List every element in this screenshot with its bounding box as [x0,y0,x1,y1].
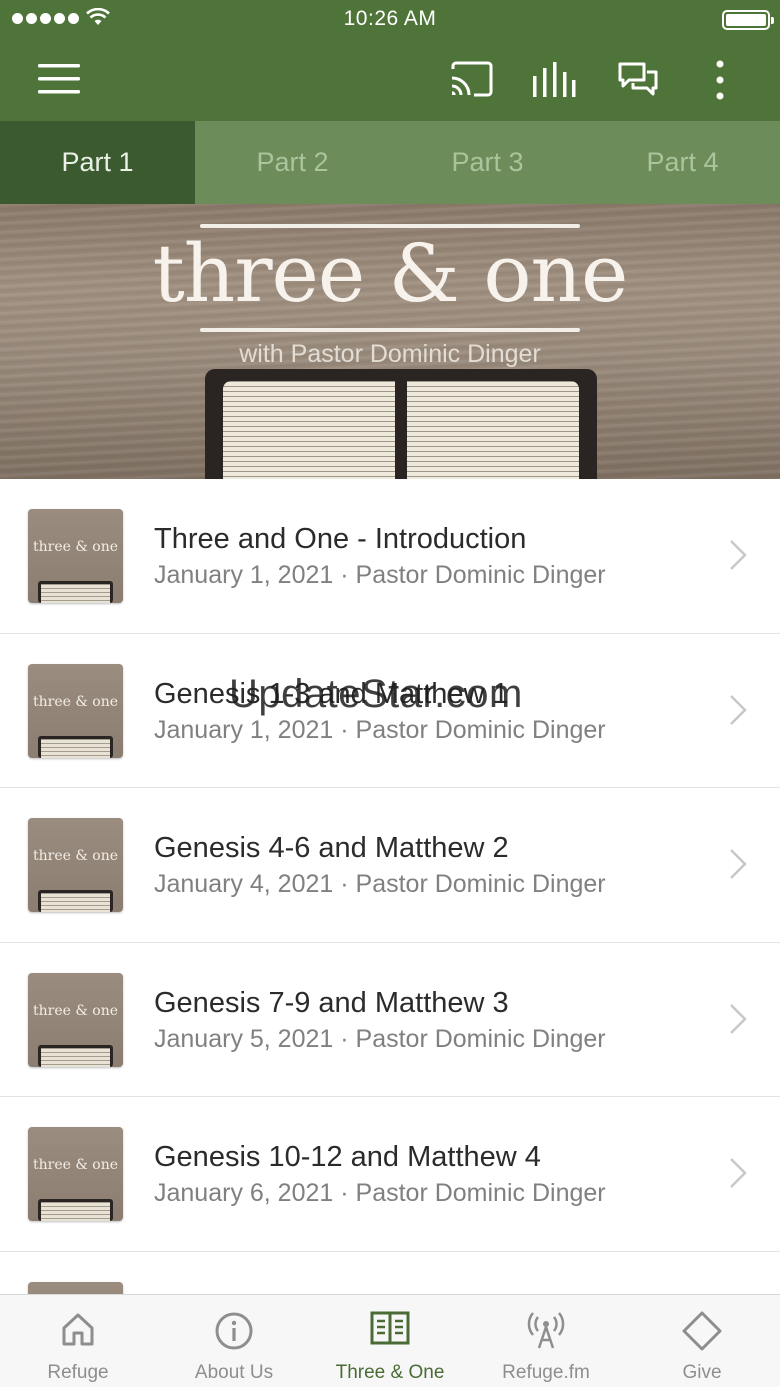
thumbnail-title: three & one [33,1157,118,1173]
nav-label: About Us [194,1362,274,1383]
thumbnail-book [38,1199,113,1221]
watermark: UpdateStar.com [229,672,523,716]
list-item[interactable]: three & one Genesis 4-6 and Matthew 2 Ja… [0,788,780,943]
tab-part-3[interactable]: Part 3 [390,121,585,204]
bible-page-right [407,381,579,479]
nav-item-give[interactable]: Give [624,1295,780,1387]
episode-thumbnail: three & one [28,818,123,912]
home-icon [62,1313,94,1346]
nav-label: Give [682,1362,722,1383]
nav-item-about-us[interactable]: About Us [156,1295,312,1387]
thumbnail-title: three & one [33,848,118,864]
broadcast-icon [527,1312,565,1349]
episode-title: Three and One - Introduction [154,523,527,555]
list-item[interactable]: three & one Three and One - Introduction… [0,479,780,634]
nav-label: Refuge [47,1362,109,1383]
part-tabs: Part 1 Part 2 Part 3 Part 4 [0,121,780,204]
thumbnail-title: three & one [33,539,118,555]
list-item[interactable]: three & one Genesis 7-9 and Matthew 3 Ja… [0,943,780,1097]
hero-title: three & one [152,227,629,320]
tab-part-2[interactable]: Part 2 [195,121,390,204]
episode-thumbnail: three & one [28,972,123,1067]
thumbnail-book [38,890,113,912]
chevron-right-icon [730,849,747,879]
chevron-right-icon [730,694,747,725]
episode-subtitle: January 4, 2021 · Pastor Dominic Dinger [154,870,606,898]
thumbnail-book [38,581,113,603]
cast-icon[interactable] [450,61,494,97]
chevron-right-icon [730,1003,747,1034]
nav-item-refuge-fm[interactable]: Refuge.fm [468,1295,624,1387]
episode-title: Genesis 10-12 and Matthew 4 [154,1141,541,1173]
episode-thumbnail: three & one [28,1127,123,1221]
thumbnail-book [38,735,113,758]
nav-item-refuge[interactable]: Refuge [0,1295,156,1387]
status-bar: 10:26 AM [0,0,780,40]
episode-thumbnail: three & one [28,509,123,603]
episode-subtitle: January 6, 2021 · Pastor Dominic Dinger [154,1179,606,1207]
nav-label: Three & One [335,1362,445,1383]
info-icon [215,1312,253,1350]
book-icon [370,1311,410,1345]
nav-item-three-and-one[interactable]: Three & One [312,1295,468,1387]
chevron-right-icon [730,540,747,570]
chevron-right-icon [730,1158,747,1188]
nav-label: Refuge.fm [502,1362,590,1383]
bible-page-left [223,381,395,479]
thumbnail-book [38,1044,113,1067]
battery-icon [722,10,774,30]
tab-part-1[interactable]: Part 1 [0,121,195,204]
episode-list: three & one Three and One - Introduction… [0,479,780,1376]
app-header: 10:26 AM [0,0,780,121]
hero-rule-bottom [200,328,580,332]
menu-icon[interactable] [38,64,80,94]
diamond-icon [682,1311,722,1351]
episode-title: Genesis 4-6 and Matthew 2 [154,832,509,864]
thumbnail-title: three & one [33,693,118,710]
episode-title: Genesis 7-9 and Matthew 3 [154,986,509,1019]
more-vertical-icon[interactable] [714,60,726,100]
bible-image [205,369,597,479]
thumbnail-title: three & one [33,1002,118,1019]
hero-banner: three & one with Pastor Dominic Dinger [0,204,780,479]
episode-subtitle: January 1, 2021 · Pastor Dominic Dinger [154,715,606,744]
episode-thumbnail: three & one [28,663,123,758]
hero-subtitle: with Pastor Dominic Dinger [239,340,541,368]
status-time: 10:26 AM [343,7,437,30]
chat-icon[interactable] [617,61,659,99]
episode-subtitle: January 5, 2021 · Pastor Dominic Dinger [154,1024,606,1053]
list-item[interactable]: three & one Genesis 10-12 and Matthew 4 … [0,1097,780,1252]
episode-subtitle: January 1, 2021 · Pastor Dominic Dinger [154,561,606,589]
audio-bars-icon[interactable] [532,62,576,98]
bottom-nav: Refuge About Us Three & One Refuge.fm Gi… [0,1294,780,1387]
tab-part-4[interactable]: Part 4 [585,121,780,204]
